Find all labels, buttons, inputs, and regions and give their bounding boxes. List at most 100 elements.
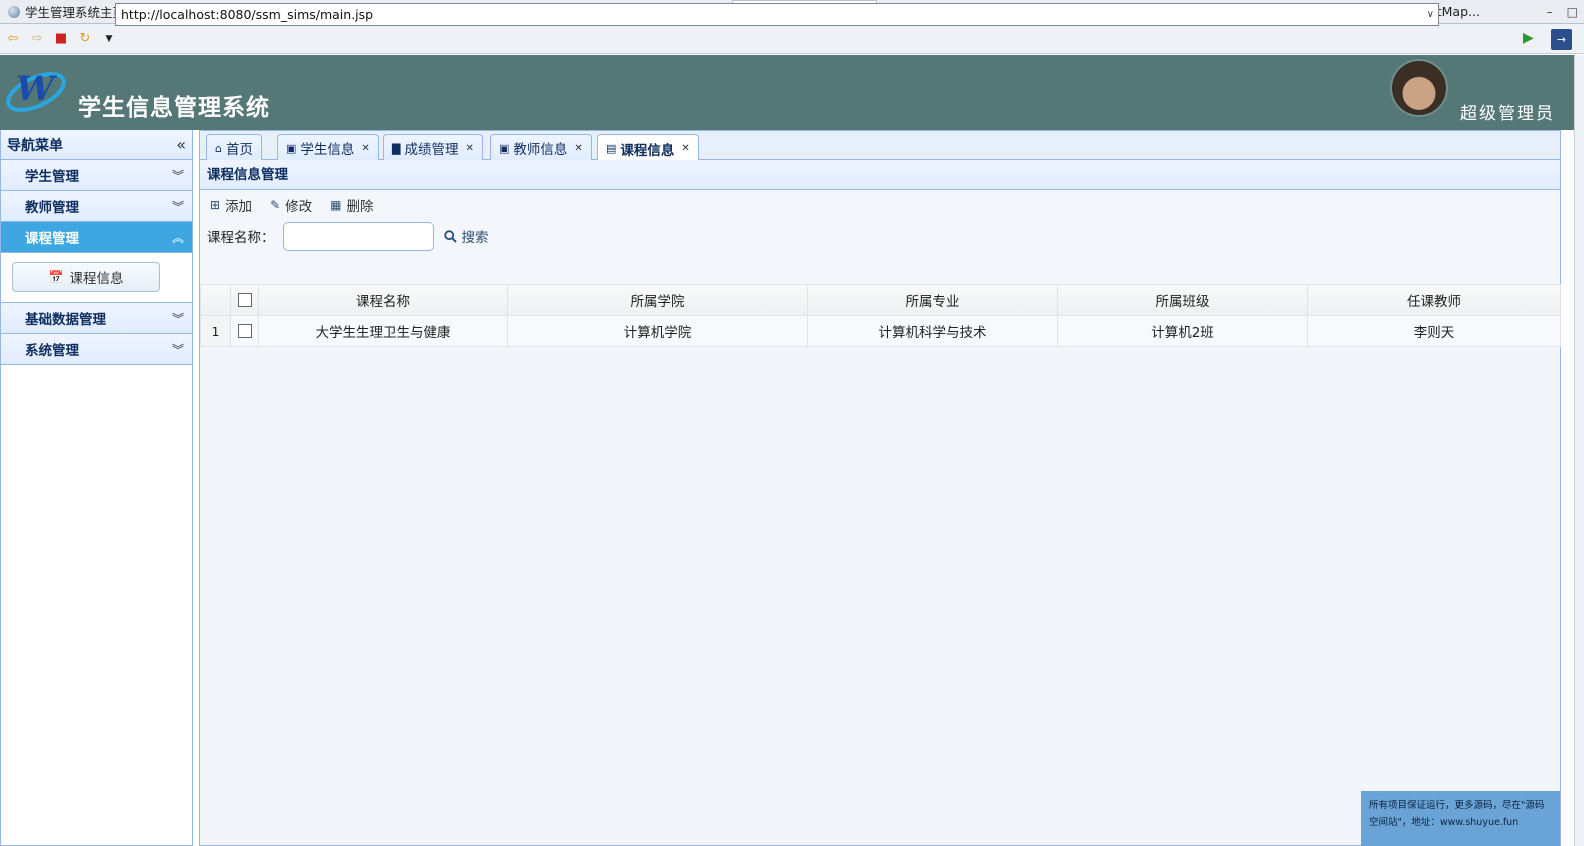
logo-icon: W: [6, 69, 66, 112]
app-title: 学生信息管理系统: [78, 95, 270, 121]
main-tab-bar: ⌂ 首页 ▣ 学生信息 ✕ ▇ 成绩管理 ✕ ▣ 教师信息 ✕ ▤ 课程信息 ✕: [199, 130, 1561, 162]
table-cell: 计算机学院: [507, 315, 808, 347]
notice-line: 空间站"，地址：www.shuyue.fun: [1369, 817, 1519, 828]
chevron-double-down-icon: ︾: [171, 311, 184, 326]
chevron-down-icon[interactable]: ∨: [1427, 4, 1434, 25]
calendar-icon: ▤: [606, 142, 617, 155]
sidebar-group-student[interactable]: 学生管理 ︾: [1, 160, 192, 191]
promo-notice: 所有项目保证运行，更多源码，尽在"源码 空间站"，地址：www.shuyue.f…: [1361, 791, 1560, 846]
user-icon: ▣: [286, 141, 297, 155]
globe-icon: [8, 5, 20, 18]
tab-student-info[interactable]: ▣ 学生信息 ✕: [277, 134, 379, 161]
sidebar-group-label: 课程管理: [25, 231, 79, 247]
vertical-scrollbar[interactable]: [1574, 55, 1584, 846]
sidebar-group-label: 学生管理: [25, 169, 79, 185]
course-table: 课程名称 所属学院 所属专业 所属班级 任课教师 1 大学生生理卫生与健康 计算…: [200, 284, 1561, 347]
sidebar-group-label: 系统管理: [25, 343, 79, 359]
column-header[interactable]: 所属学院: [507, 284, 808, 316]
sidebar-header: 导航菜单 «: [1, 130, 192, 160]
table-cell: 李则天: [1307, 315, 1561, 347]
chevron-double-down-icon: ︾: [171, 342, 184, 357]
sidebar-group-label: 教师管理: [25, 200, 79, 216]
toolbar: ⊞ 添加 ✎ 修改 ▦ 删除: [200, 190, 1560, 220]
table-cell: 计算机科学与技术: [807, 315, 1058, 347]
back-arrow-icon[interactable]: ⇦: [2, 28, 24, 50]
forward-arrow-icon[interactable]: ⇨: [26, 28, 48, 50]
edit-icon: ✎: [270, 198, 281, 212]
tab-label: 课程信息: [620, 142, 675, 159]
sidebar-item-course-info[interactable]: 📅 课程信息: [12, 262, 160, 292]
tab-course-info[interactable]: ▤ 课程信息 ✕: [597, 134, 699, 162]
delete-label: 删除: [346, 199, 374, 215]
minimize-icon[interactable]: –: [1547, 5, 1553, 19]
search-button-label: 搜索: [461, 230, 489, 246]
select-all-checkbox[interactable]: [237, 293, 252, 307]
bar-chart-icon: ▇: [392, 141, 401, 155]
url-text: http://localhost:8080/ssm_sims/main.jsp: [121, 7, 374, 22]
table-row[interactable]: 1 大学生生理卫生与健康 计算机学院 计算机科学与技术 计算机2班 李则天: [200, 315, 1561, 347]
sidebar-group-label: 基础数据管理: [25, 312, 106, 328]
close-icon[interactable]: ✕: [681, 143, 689, 154]
add-button[interactable]: ⊞ 添加: [210, 195, 252, 215]
sidebar-title: 导航菜单: [7, 137, 63, 154]
tab-label: 首页: [225, 142, 253, 158]
calendar-icon: 📅: [48, 270, 64, 284]
column-header[interactable]: 所属专业: [807, 284, 1058, 316]
svg-text:W: W: [16, 69, 57, 109]
url-field[interactable]: http://localhost:8080/ssm_sims/main.jsp …: [115, 3, 1439, 26]
row-checkbox-cell[interactable]: [230, 315, 259, 347]
trash-icon: ▦: [330, 198, 342, 212]
dropdown-arrow-icon[interactable]: ▼: [98, 28, 120, 50]
row-number-header: [200, 284, 231, 316]
close-icon[interactable]: ✕: [465, 143, 473, 154]
go-play-icon[interactable]: ▶: [1523, 30, 1534, 46]
panel-title: 课程信息管理: [200, 160, 1560, 190]
editor-tab-label: 学生管理系统主页: [25, 5, 126, 20]
chevron-double-down-icon: ︾: [171, 168, 184, 183]
search-icon: [443, 229, 457, 243]
avatar[interactable]: [1390, 59, 1448, 117]
sidebar-group-system[interactable]: 系统管理 ︾: [1, 334, 192, 365]
stop-icon[interactable]: ■: [50, 28, 72, 50]
column-header[interactable]: 所属班级: [1057, 284, 1308, 316]
tab-label: 教师信息: [513, 142, 568, 158]
chevron-double-up-icon: ︽: [171, 230, 184, 245]
open-external-icon[interactable]: →: [1551, 29, 1572, 50]
sidebar-group-basic-data[interactable]: 基础数据管理 ︾: [1, 303, 192, 334]
main-area: ⌂ 首页 ▣ 学生信息 ✕ ▇ 成绩管理 ✕ ▣ 教师信息 ✕ ▤ 课程信息 ✕…: [199, 130, 1561, 846]
sidebar-group-course[interactable]: 课程管理 ︽: [1, 222, 192, 253]
course-name-search-input[interactable]: [282, 221, 434, 251]
tab-teacher-info[interactable]: ▣ 教师信息 ✕: [490, 134, 592, 161]
refresh-icon[interactable]: ↻: [74, 28, 96, 50]
column-header[interactable]: 课程名称: [258, 284, 508, 316]
collapse-double-left-icon[interactable]: «: [176, 135, 186, 154]
search-button[interactable]: 搜索: [443, 226, 489, 246]
column-header[interactable]: 任课教师: [1307, 284, 1561, 316]
add-label: 添加: [225, 199, 253, 215]
search-label: 课程名称：: [207, 230, 275, 246]
row-number: 1: [200, 315, 231, 347]
sidebar-group-course-panel: 📅 课程信息: [1, 253, 192, 303]
maximize-icon[interactable]: □: [1567, 5, 1578, 19]
select-all-checkbox-cell[interactable]: [230, 284, 259, 316]
plus-square-icon: ⊞: [210, 198, 221, 212]
close-icon[interactable]: ✕: [574, 143, 582, 154]
app-header: W 学生信息管理系统 超级管理员: [0, 55, 1574, 130]
search-row: 课程名称： 搜索: [200, 220, 1560, 252]
row-checkbox[interactable]: [237, 324, 252, 338]
delete-button[interactable]: ▦ 删除: [330, 195, 373, 215]
sidebar-group-teacher[interactable]: 教师管理 ︾: [1, 191, 192, 222]
chevron-double-down-icon: ︾: [171, 199, 184, 214]
home-icon: ⌂: [215, 141, 222, 155]
user-role: 超级管理员: [1460, 104, 1555, 124]
notice-line: 所有项目保证运行，更多源码，尽在"源码: [1369, 800, 1545, 811]
tab-home[interactable]: ⌂ 首页: [206, 134, 262, 161]
table-empty-area: [200, 347, 1560, 845]
table-cell: 大学生生理卫生与健康: [258, 315, 508, 347]
user-icon: ▣: [499, 141, 510, 155]
tab-score-management[interactable]: ▇ 成绩管理 ✕: [383, 134, 483, 161]
close-icon[interactable]: ✕: [361, 143, 369, 154]
tab-label: 成绩管理: [404, 142, 459, 158]
browser-toolbar: ⇦ ⇨ ■ ↻ ▼: [0, 24, 1584, 54]
edit-button[interactable]: ✎ 修改: [270, 195, 312, 215]
